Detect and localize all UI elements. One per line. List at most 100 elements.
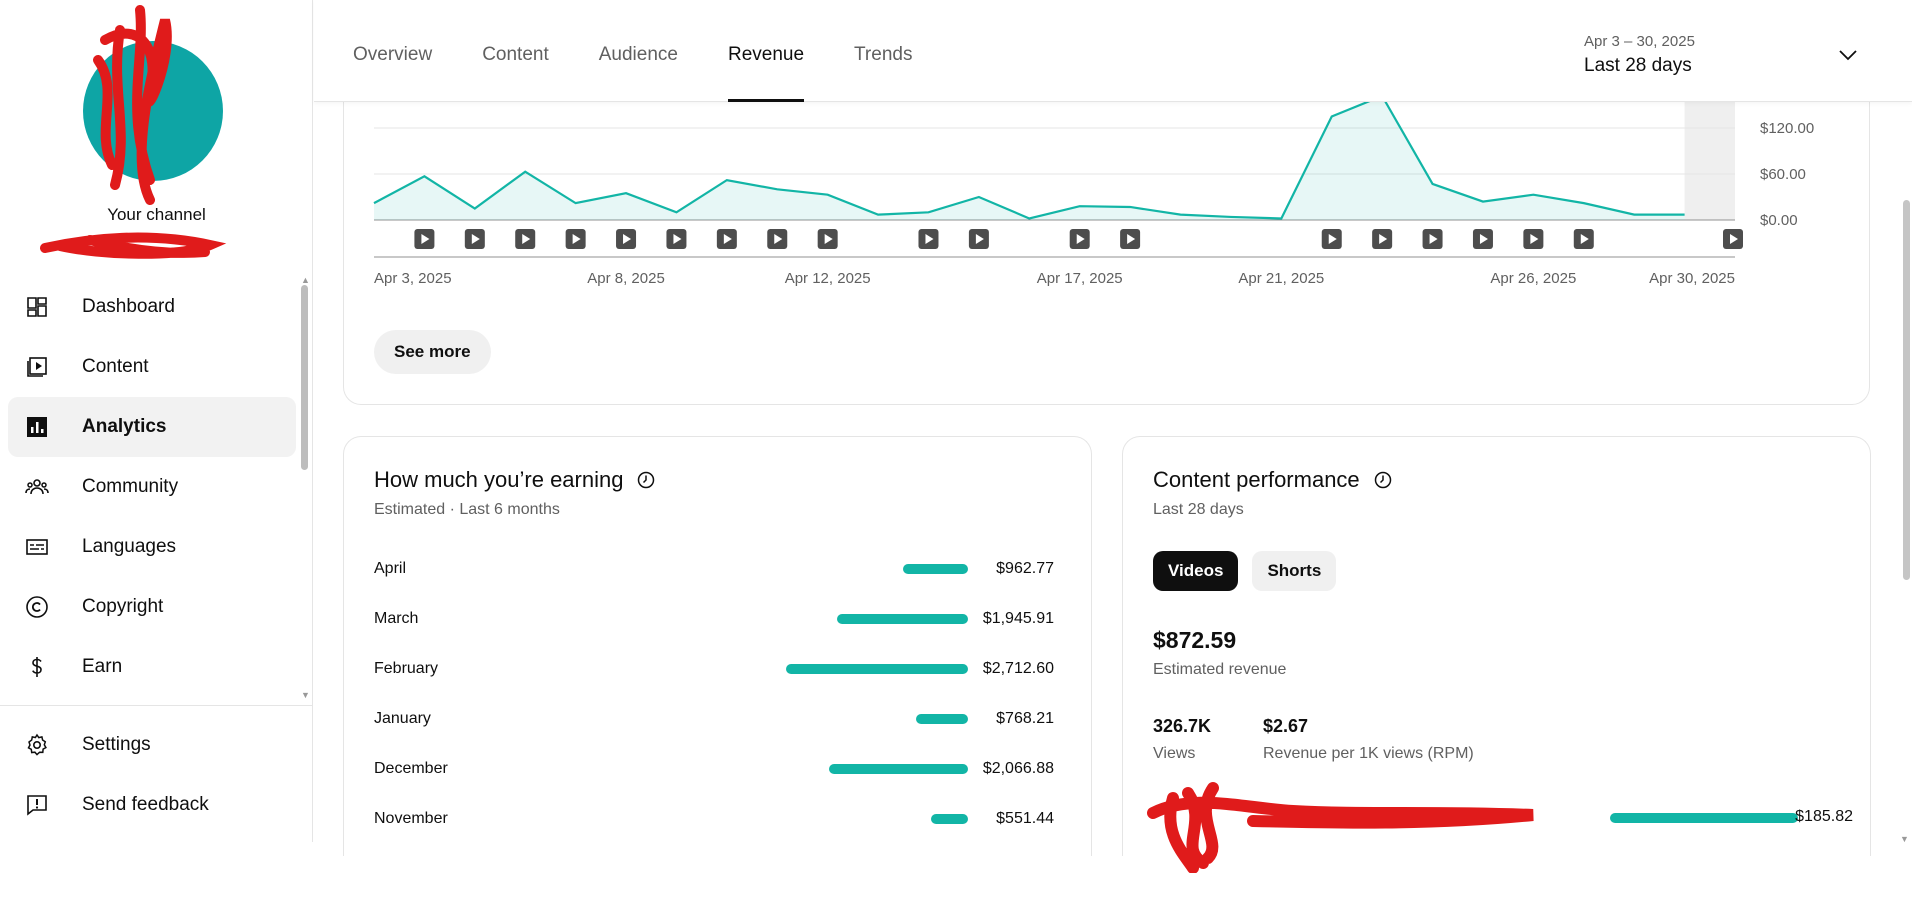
sidebar-item-label: Copyright — [82, 596, 164, 617]
earnings-bar — [903, 564, 968, 574]
chip-videos[interactable]: Videos — [1153, 551, 1239, 591]
languages-icon — [24, 534, 50, 560]
sidebar-item-earn[interactable]: Earn — [8, 637, 296, 697]
estimated-revenue-label: Estimated revenue — [1153, 661, 1287, 678]
views-value: 326.7K — [1153, 716, 1212, 736]
partial-data-region — [1684, 100, 1735, 220]
earnings-month: February — [374, 660, 439, 677]
x-tick-label: Apr 12, 2025 — [785, 270, 871, 287]
sidebar-divider — [0, 705, 313, 706]
earnings-bar — [916, 714, 968, 724]
sidebar-item-copyright[interactable]: Copyright — [8, 577, 296, 637]
x-tick-label: Apr 8, 2025 — [587, 270, 665, 287]
earnings-row: February $2,712.60 — [374, 657, 1054, 681]
x-tick-label: Apr 17, 2025 — [1037, 270, 1123, 287]
sidebar-item-settings[interactable]: Settings — [8, 715, 296, 775]
redaction-scribble — [1147, 782, 1534, 873]
sidebar-item-label: Community — [82, 476, 179, 497]
earnings-row: December $2,066.88 — [374, 757, 1054, 781]
scroll-down-arrow[interactable]: ▼ — [1900, 834, 1909, 844]
earnings-month: April — [374, 560, 407, 577]
earnings-bar-track — [768, 614, 968, 624]
performance-title-text: Content performance — [1153, 467, 1360, 492]
performance-subtitle: Last 28 days — [1153, 501, 1244, 518]
rpm-value: $2.67 — [1263, 716, 1309, 736]
tab-revenue[interactable]: Revenue — [727, 0, 805, 102]
tab-trends[interactable]: Trends — [854, 0, 912, 102]
earnings-value: $2,066.88 — [982, 760, 1054, 777]
x-tick-label: Apr 3, 2025 — [374, 270, 452, 287]
top-video-revenue: $185.82 — [1795, 808, 1853, 825]
earnings-bar-track — [768, 764, 968, 774]
content-type-chips: Videos Shorts — [1153, 551, 1350, 591]
tab-audience[interactable]: Audience — [599, 0, 678, 102]
earnings-title: How much you’re earning — [374, 467, 655, 493]
copyright-icon — [24, 594, 50, 620]
top-video-row[interactable]: $185.82 — [1147, 782, 1853, 873]
earnings-month: November — [374, 810, 448, 827]
rpm-stat: $2.67 Revenue per 1K views (RPM) — [1263, 716, 1474, 763]
earnings-bar-track — [768, 664, 968, 674]
sidebar-item-label: Settings — [82, 734, 151, 755]
sidebar-footer-nav: Settings Send feedback — [8, 715, 296, 835]
views-stat: 326.7K Views — [1153, 716, 1211, 763]
earnings-month: March — [374, 610, 419, 627]
earnings-bar-track — [768, 564, 968, 574]
earnings-row: April $962.77 — [374, 557, 1054, 581]
y-tick-label: $0.00 — [1760, 212, 1798, 229]
earnings-value: $1,945.91 — [982, 610, 1054, 627]
earnings-value: $962.77 — [996, 560, 1054, 577]
tab-content[interactable]: Content — [482, 0, 549, 102]
rpm-label: Revenue per 1K views (RPM) — [1263, 745, 1474, 762]
earnings-bar — [786, 664, 968, 674]
revenue-line — [373, 94, 1685, 220]
earnings-row: March $1,945.91 — [374, 607, 1054, 631]
earnings-card: How much you’re earning Estimated · Last… — [343, 436, 1092, 856]
sidebar-item-label: Send feedback — [82, 794, 209, 815]
date-range-picker[interactable]: Apr 3 – 30, 2025 Last 28 days — [1584, 33, 1695, 77]
sidebar-item-label: Earn — [82, 656, 123, 677]
sidebar-item-send-feedback[interactable]: Send feedback — [8, 775, 296, 835]
community-icon — [24, 474, 50, 500]
clock-icon[interactable] — [637, 471, 655, 489]
sidebar-item-label: Languages — [82, 536, 177, 557]
x-tick-label: Apr 21, 2025 — [1238, 270, 1324, 287]
earnings-bar-track — [768, 714, 968, 724]
earn-icon — [24, 654, 50, 680]
analytics-header: Overview Content Audience Revenue Trends… — [314, 0, 1912, 102]
performance-title: Content performance — [1153, 467, 1392, 493]
date-range-dates: Apr 3 – 30, 2025 — [1584, 33, 1695, 50]
earnings-value: $551.44 — [996, 810, 1054, 827]
see-more-button[interactable]: See more — [374, 330, 491, 374]
date-range-label: Last 28 days — [1584, 55, 1692, 76]
chip-shorts[interactable]: Shorts — [1252, 551, 1337, 591]
top-video-bar — [1610, 813, 1798, 823]
page-scrollbar[interactable] — [1903, 200, 1910, 580]
x-tick-label: Apr 26, 2025 — [1490, 270, 1576, 287]
earnings-month: December — [374, 760, 448, 777]
feedback-icon — [24, 792, 50, 818]
clock-icon[interactable] — [1374, 471, 1392, 489]
earnings-value: $768.21 — [996, 710, 1054, 727]
gear-icon — [24, 732, 50, 758]
earnings-row: January $768.21 — [374, 707, 1054, 731]
sidebar-item-languages[interactable]: Languages — [8, 517, 296, 577]
earnings-subtitle: Estimated · Last 6 months — [374, 501, 560, 518]
earnings-bar — [837, 614, 968, 624]
y-tick-label: $120.00 — [1760, 120, 1814, 137]
tab-overview[interactable]: Overview — [353, 0, 432, 102]
content-performance-card: Content performance Last 28 days Videos … — [1122, 436, 1871, 873]
earnings-title-text: How much you’re earning — [374, 467, 624, 492]
earnings-row: November $551.44 — [374, 807, 1054, 831]
views-label: Views — [1153, 745, 1196, 762]
earnings-bar-track — [768, 814, 968, 824]
scroll-down-arrow[interactable]: ▼ — [301, 690, 310, 700]
earnings-month: January — [374, 710, 431, 727]
analytics-tabs: Overview Content Audience Revenue Trends — [353, 0, 962, 102]
estimated-revenue-value: $872.59 — [1153, 627, 1237, 653]
chevron-down-icon[interactable] — [1838, 48, 1858, 66]
earnings-bar — [931, 814, 968, 824]
y-tick-label: $60.00 — [1760, 166, 1806, 183]
x-tick-label: Apr 30, 2025 — [1649, 270, 1735, 287]
sidebar-item-community[interactable]: Community — [8, 457, 296, 517]
